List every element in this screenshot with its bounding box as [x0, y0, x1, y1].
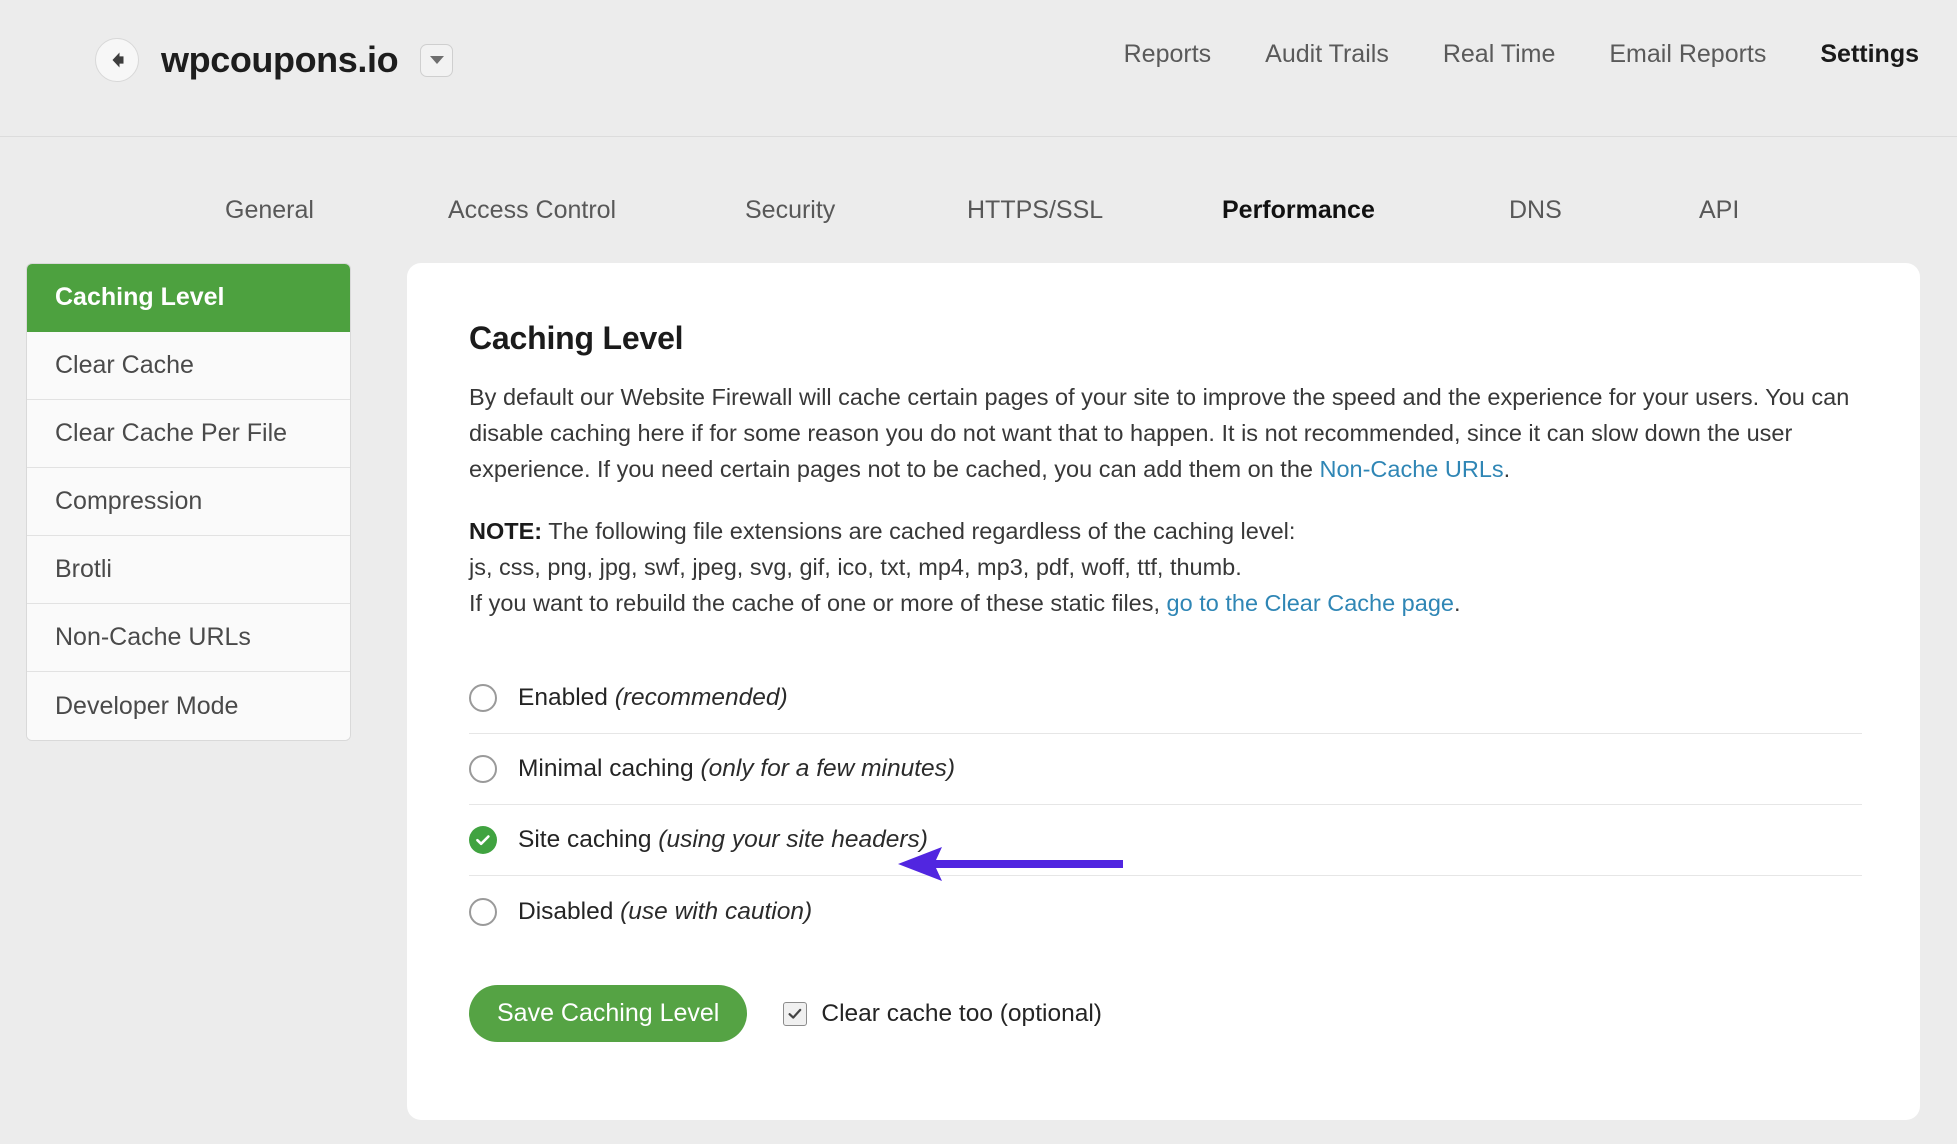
option-label-minimal-caching: Minimal caching (only for a few minutes): [518, 755, 955, 783]
radio-enabled[interactable]: [469, 684, 497, 712]
clear-cache-too-checkbox[interactable]: [783, 1001, 808, 1026]
checkmark-icon: [787, 1006, 803, 1022]
sidebar-item-brotli[interactable]: Brotli: [27, 536, 350, 604]
sidebar-item-label: Developer Mode: [55, 691, 239, 720]
sidebar-item-compression[interactable]: Compression: [27, 468, 350, 536]
clear-cache-page-link[interactable]: go to the Clear Cache page: [1167, 590, 1454, 616]
option-hint: (use with caution): [620, 897, 813, 925]
save-caching-level-button[interactable]: Save Caching Level: [469, 985, 748, 1042]
option-hint: (only for a few minutes): [700, 755, 956, 782]
radio-site-caching[interactable]: [469, 826, 497, 854]
caching-level-options: Enabled (recommended) Minimal caching (o…: [469, 663, 1862, 947]
page-title: Caching Level: [469, 320, 684, 356]
cached-extensions-line: js, css, png, jpg, swf, jpeg, svg, gif, …: [469, 554, 1242, 580]
tab-general[interactable]: General: [225, 196, 314, 225]
intro-paragraph: By default our Website Firewall will cac…: [469, 379, 1860, 487]
intro-text-end: .: [1503, 456, 1511, 482]
intro-text: By default our Website Firewall will cac…: [469, 384, 1850, 482]
rebuild-text: If you want to rebuild the cache of one …: [469, 590, 1167, 616]
sidebar-item-clear-cache-per-file[interactable]: Clear Cache Per File: [27, 400, 350, 468]
rebuild-cache-line: If you want to rebuild the cache of one …: [469, 585, 1860, 621]
primary-nav: Reports Audit Trails Real Time Email Rep…: [1097, 40, 1919, 69]
option-row-disabled[interactable]: Disabled (use with caution): [469, 876, 1862, 947]
clear-cache-too-control[interactable]: Clear cache too (optional): [783, 1000, 1102, 1028]
chevron-down-icon: [429, 56, 444, 64]
nav-item-settings[interactable]: Settings: [1793, 40, 1919, 69]
tab-https-ssl[interactable]: HTTPS/SSL: [967, 196, 1103, 225]
tab-api[interactable]: API: [1699, 196, 1739, 225]
option-text: Disabled: [518, 897, 621, 925]
note-text: The following file extensions are cached…: [542, 518, 1296, 544]
site-dropdown-button[interactable]: [420, 43, 454, 77]
option-text: Enabled: [518, 684, 615, 711]
non-cache-urls-link[interactable]: Non-Cache URLs: [1320, 456, 1504, 482]
sidebar-item-label: Clear Cache: [55, 351, 194, 379]
sidebar-item-label: Non-Cache URLs: [55, 623, 251, 651]
nav-item-audit-trails[interactable]: Audit Trails: [1238, 40, 1416, 69]
back-button[interactable]: [95, 38, 139, 82]
settings-sidebar: Caching Level Clear Cache Clear Cache Pe…: [26, 263, 351, 741]
sidebar-item-label: Caching Level: [55, 283, 225, 311]
site-name: wpcoupons.io: [161, 39, 399, 80]
option-row-minimal-caching[interactable]: Minimal caching (only for a few minutes): [469, 734, 1862, 805]
arrow-left-icon: [104, 47, 130, 73]
note-headline: NOTE: The following file extensions are …: [469, 513, 1860, 549]
option-row-enabled[interactable]: Enabled (recommended): [469, 663, 1862, 734]
tab-performance[interactable]: Performance: [1222, 196, 1375, 225]
nav-item-real-time[interactable]: Real Time: [1416, 40, 1583, 69]
rebuild-text-end: .: [1453, 590, 1461, 616]
note-label: NOTE:: [469, 518, 543, 544]
clear-cache-too-label: Clear cache too (optional): [821, 999, 1102, 1027]
option-label-site-caching: Site caching (using your site headers): [518, 826, 928, 854]
tab-access-control[interactable]: Access Control: [448, 196, 616, 225]
sidebar-item-clear-cache[interactable]: Clear Cache: [27, 332, 350, 400]
sidebar-item-developer-mode[interactable]: Developer Mode: [27, 672, 350, 740]
sidebar-item-non-cache-urls[interactable]: Non-Cache URLs: [27, 604, 350, 672]
option-text: Site caching: [518, 826, 659, 853]
radio-disabled[interactable]: [469, 897, 497, 926]
sidebar-item-label: Compression: [55, 487, 203, 515]
option-hint: (recommended): [614, 684, 788, 711]
radio-minimal-caching[interactable]: [469, 755, 497, 783]
content-card: Caching Level By default our Website Fir…: [407, 263, 1920, 1120]
check-icon: [474, 831, 492, 849]
option-hint: (using your site headers): [658, 826, 928, 853]
nav-item-reports[interactable]: Reports: [1097, 40, 1239, 69]
sidebar-item-label: Clear Cache Per File: [55, 419, 288, 447]
sidebar-item-caching-level[interactable]: Caching Level: [27, 264, 350, 332]
site-identity-group: wpcoupons.io: [95, 38, 454, 82]
nav-item-email-reports[interactable]: Email Reports: [1582, 40, 1793, 69]
sidebar-item-label: Brotli: [55, 555, 112, 583]
option-label-disabled: Disabled (use with caution): [518, 898, 812, 926]
form-actions: Save Caching Level Clear cache too (opti…: [469, 985, 1860, 1042]
option-row-site-caching[interactable]: Site caching (using your site headers): [469, 805, 1862, 876]
tab-security[interactable]: Security: [745, 196, 835, 225]
option-label-enabled: Enabled (recommended): [518, 684, 788, 712]
tab-dns[interactable]: DNS: [1509, 196, 1562, 225]
option-text: Minimal caching: [518, 755, 701, 782]
app-root: wpcoupons.io Reports Audit Trails Real T…: [0, 0, 1957, 1144]
top-bar: wpcoupons.io Reports Audit Trails Real T…: [0, 0, 1957, 137]
note-block: NOTE: The following file extensions are …: [469, 513, 1860, 621]
